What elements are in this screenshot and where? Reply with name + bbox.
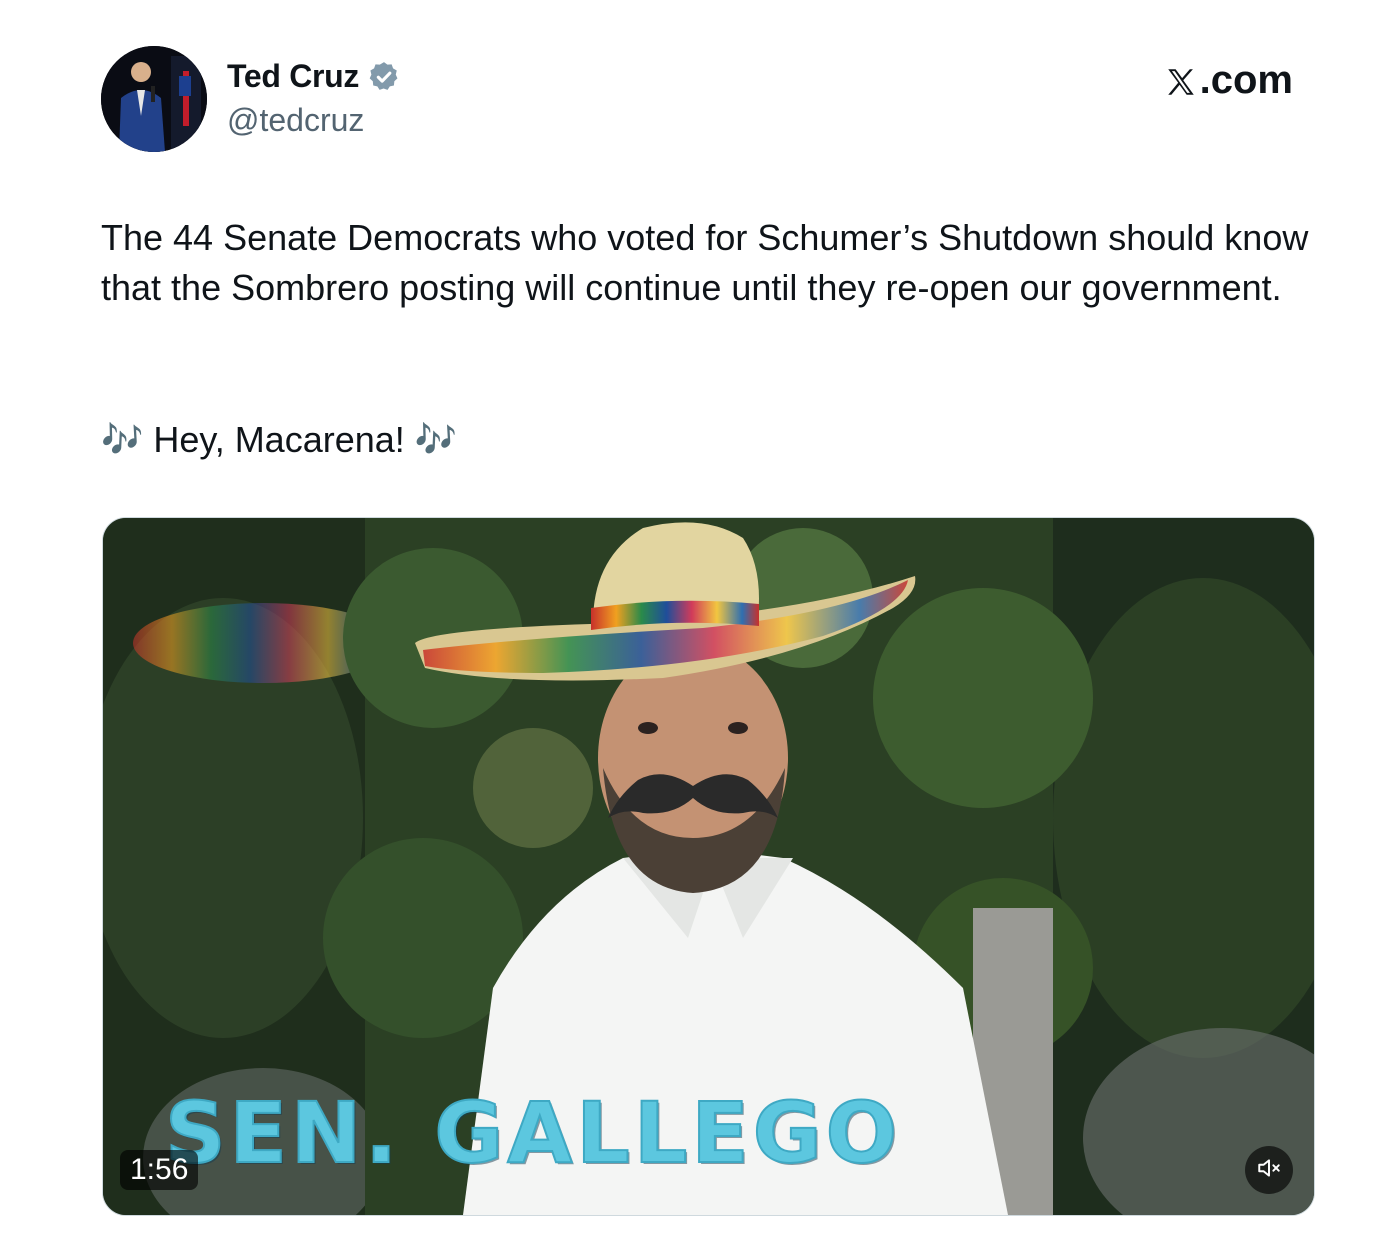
x-logo-icon bbox=[1164, 64, 1198, 98]
author-handle[interactable]: @tedcruz bbox=[227, 102, 364, 139]
video-overlay-caption: SEN. GALLEGO bbox=[164, 1083, 902, 1183]
author-display-name[interactable]: Ted Cruz bbox=[227, 58, 401, 95]
tweet-line-macarena: 🎶 Hey, Macarena! 🎶 bbox=[101, 415, 457, 465]
author-name-text[interactable]: Ted Cruz bbox=[227, 58, 359, 95]
music-notes-icon: 🎶 bbox=[101, 421, 144, 459]
video-duration-badge: 1:56 bbox=[120, 1150, 199, 1190]
verified-badge-icon bbox=[367, 60, 401, 94]
macarena-text: Hey, Macarena! bbox=[153, 419, 405, 460]
mute-toggle-button[interactable] bbox=[1245, 1146, 1293, 1194]
x-brand-link[interactable]: .com bbox=[1164, 58, 1293, 103]
music-notes-icon: 🎶 bbox=[414, 421, 458, 459]
tweet-body: The 44 Senate Democrats who voted for Sc… bbox=[101, 217, 1319, 308]
author-avatar[interactable] bbox=[101, 46, 207, 152]
x-site-text: .com bbox=[1199, 58, 1293, 102]
mute-speaker-icon bbox=[1256, 1155, 1282, 1186]
